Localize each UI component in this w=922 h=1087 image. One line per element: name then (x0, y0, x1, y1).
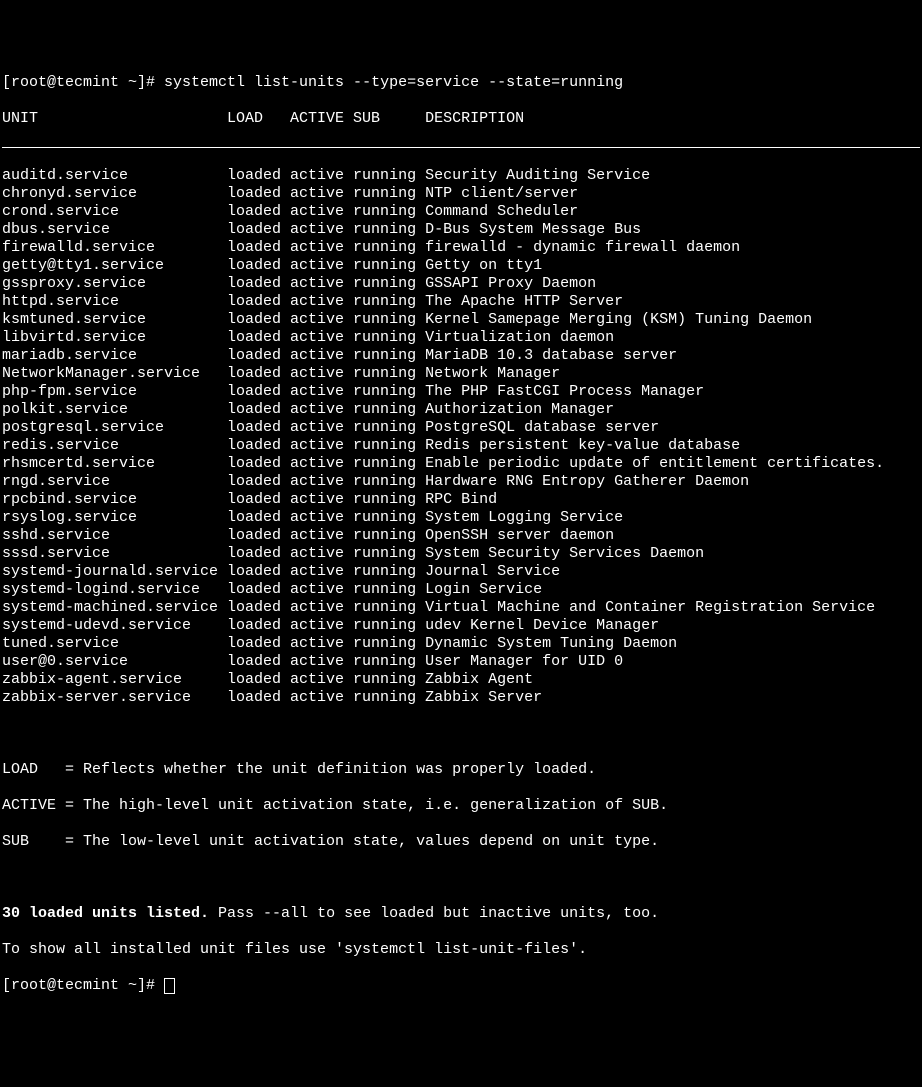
table-row: getty@tty1.service loaded active running… (2, 257, 920, 275)
table-row: rpcbind.service loaded active running RP… (2, 491, 920, 509)
table-row: php-fpm.service loaded active running Th… (2, 383, 920, 401)
blank-line (2, 869, 920, 887)
table-row: firewalld.service loaded active running … (2, 239, 920, 257)
table-row: rsyslog.service loaded active running Sy… (2, 509, 920, 527)
table-row: zabbix-agent.service loaded active runni… (2, 671, 920, 689)
table-row: zabbix-server.service loaded active runn… (2, 689, 920, 707)
table-row: systemd-udevd.service loaded active runn… (2, 617, 920, 635)
table-row: user@0.service loaded active running Use… (2, 653, 920, 671)
footer-count: 30 loaded units listed. Pass --all to se… (2, 905, 920, 923)
table-row: postgresql.service loaded active running… (2, 419, 920, 437)
table-row: NetworkManager.service loaded active run… (2, 365, 920, 383)
cursor-icon (164, 978, 175, 994)
footer-load: LOAD = Reflects whether the unit definit… (2, 761, 920, 779)
table-row: sshd.service loaded active running OpenS… (2, 527, 920, 545)
table-row: gssproxy.service loaded active running G… (2, 275, 920, 293)
footer-count-rest: Pass --all to see loaded but inactive un… (209, 905, 659, 922)
footer-count-bold: 30 loaded units listed. (2, 905, 209, 922)
table-row: redis.service loaded active running Redi… (2, 437, 920, 455)
service-table: auditd.service loaded active running Sec… (2, 167, 920, 707)
table-row: libvirtd.service loaded active running V… (2, 329, 920, 347)
footer-active: ACTIVE = The high-level unit activation … (2, 797, 920, 815)
footer-hint: To show all installed unit files use 'sy… (2, 941, 920, 959)
blank-line (2, 725, 920, 743)
table-header: UNIT LOAD ACTIVE SUB DESCRIPTION (2, 110, 920, 128)
table-row: sssd.service loaded active running Syste… (2, 545, 920, 563)
table-row: chronyd.service loaded active running NT… (2, 185, 920, 203)
table-row: rhsmcertd.service loaded active running … (2, 455, 920, 473)
table-row: systemd-journald.service loaded active r… (2, 563, 920, 581)
table-row: ksmtuned.service loaded active running K… (2, 311, 920, 329)
command-line: [root@tecmint ~]# systemctl list-units -… (2, 74, 920, 92)
table-row: dbus.service loaded active running D-Bus… (2, 221, 920, 239)
table-row: polkit.service loaded active running Aut… (2, 401, 920, 419)
command-text: systemctl list-units --type=service --st… (164, 74, 623, 91)
table-row: tuned.service loaded active running Dyna… (2, 635, 920, 653)
table-row: systemd-machined.service loaded active r… (2, 599, 920, 617)
table-row: crond.service loaded active running Comm… (2, 203, 920, 221)
table-row: httpd.service loaded active running The … (2, 293, 920, 311)
table-row: systemd-logind.service loaded active run… (2, 581, 920, 599)
table-row: auditd.service loaded active running Sec… (2, 167, 920, 185)
prompt-line[interactable]: [root@tecmint ~]# (2, 977, 920, 995)
header-divider (2, 147, 920, 148)
shell-prompt: [root@tecmint ~]# (2, 74, 164, 91)
table-row: mariadb.service loaded active running Ma… (2, 347, 920, 365)
table-row: rngd.service loaded active running Hardw… (2, 473, 920, 491)
shell-prompt: [root@tecmint ~]# (2, 977, 164, 994)
footer-sub: SUB = The low-level unit activation stat… (2, 833, 920, 851)
